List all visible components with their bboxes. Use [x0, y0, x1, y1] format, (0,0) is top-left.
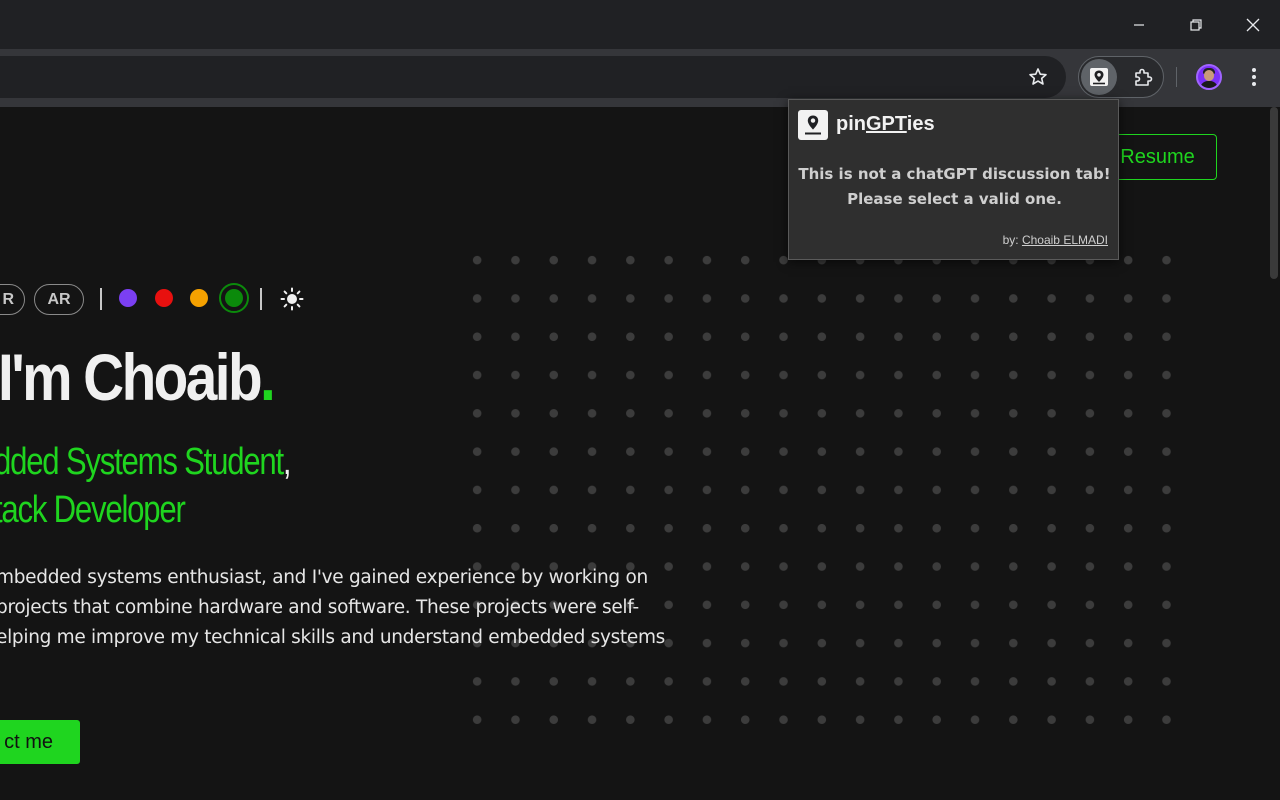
toolbar-divider	[1176, 67, 1177, 87]
contact-me-button[interactable]: ct me	[0, 720, 80, 764]
hero-title: I'm Choaib.	[0, 339, 276, 415]
puzzle-icon	[1135, 68, 1153, 86]
browser-menu-button[interactable]	[1240, 61, 1268, 93]
sun-icon	[280, 287, 304, 311]
bio-line: mbedded systems enthusiast, and I've gai…	[0, 567, 648, 588]
role-line-2: tack Developer	[0, 489, 186, 531]
color-swatch-purple[interactable]	[119, 289, 137, 307]
author-link[interactable]: Choaib ELMADI	[1022, 233, 1108, 247]
map-pin-icon	[805, 115, 821, 135]
toolbar-separator	[260, 288, 262, 310]
role-text-1: dded Systems Student	[0, 441, 284, 483]
language-ar-button[interactable]: AR	[34, 284, 84, 315]
color-swatch-orange[interactable]	[190, 289, 208, 307]
extension-popup: pinGPTies This is not a chatGPT discussi…	[788, 99, 1119, 260]
hero-title-dot: .	[260, 340, 276, 414]
profile-avatar[interactable]	[1196, 64, 1222, 90]
popup-credit: by: Choaib ELMADI	[1003, 233, 1108, 247]
browser-titlebar	[0, 0, 1280, 49]
scrollbar-thumb[interactable]	[1270, 107, 1278, 279]
star-icon	[1029, 68, 1047, 85]
role-comma: ,	[282, 441, 292, 483]
bio-line: elping me improve my technical skills an…	[0, 627, 666, 648]
close-icon	[1246, 18, 1259, 31]
color-swatch-green-selected[interactable]	[219, 283, 249, 313]
theme-toggle-button[interactable]	[280, 287, 304, 311]
extensions-button[interactable]	[1125, 59, 1161, 95]
restore-icon	[1189, 18, 1202, 31]
bio-paragraph: mbedded systems enthusiast, and I've gai…	[0, 563, 696, 653]
dot-grid-background	[458, 241, 1198, 751]
address-bar[interactable]	[0, 56, 1066, 98]
pingpties-extension-button[interactable]	[1081, 59, 1117, 95]
language-fr-button[interactable]: R	[0, 284, 25, 315]
restore-button[interactable]	[1167, 0, 1224, 49]
map-pin-icon	[1090, 68, 1108, 86]
minimize-icon	[1133, 23, 1144, 26]
close-window-button[interactable]	[1224, 0, 1280, 49]
popup-title-underlined: GPT	[866, 113, 907, 135]
popup-message-line: This is not a chatGPT discussion tab!	[798, 165, 1111, 183]
popup-title-suffix: ies	[906, 113, 935, 135]
page-scrollbar[interactable]	[1268, 107, 1280, 800]
bookmark-button[interactable]	[1022, 61, 1054, 93]
popup-credit-label: by:	[1002, 233, 1019, 247]
bio-line: projects that combine hardware and softw…	[0, 597, 639, 618]
popup-message-line: Please select a valid one.	[847, 190, 1062, 208]
color-swatch-red[interactable]	[155, 289, 173, 307]
popup-title-prefix: pin	[836, 113, 866, 135]
role-line-1: dded Systems Student,	[0, 441, 292, 484]
popup-logo	[798, 110, 828, 140]
hero-title-text: I'm Choaib	[0, 340, 263, 414]
popup-message: This is not a chatGPT discussion tab! Pl…	[789, 162, 1120, 212]
minimize-button[interactable]	[1110, 0, 1167, 49]
popup-title: pinGPTies	[836, 113, 935, 136]
toolbar-separator	[100, 288, 102, 310]
